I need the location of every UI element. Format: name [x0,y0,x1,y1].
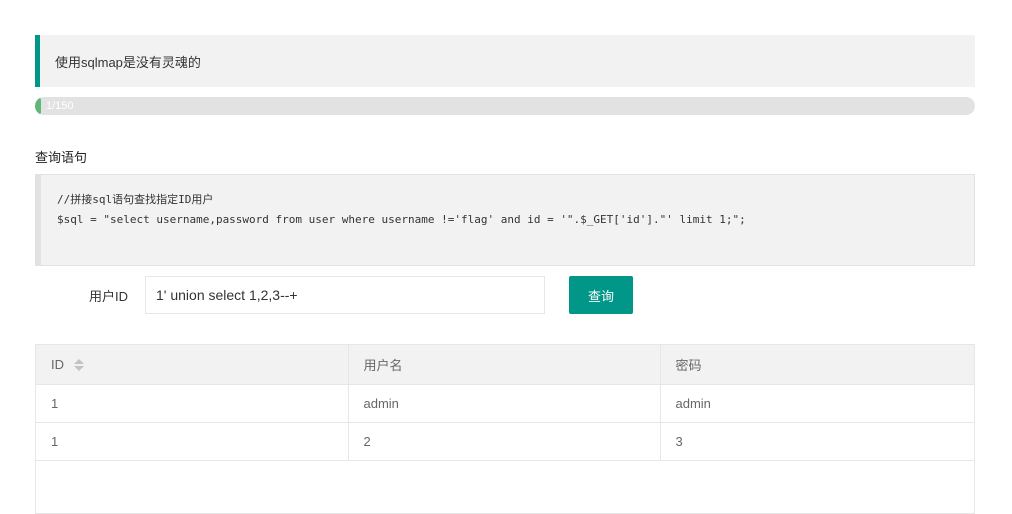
table-cell: admin [348,384,661,423]
column-header-password: 密码 [660,345,974,385]
notice-banner: 使用sqlmap是没有灵魂的 [35,35,975,87]
code-line: $sql = "select username,password from us… [57,213,746,226]
table-row: 1 2 3 [36,422,974,461]
column-header-username: 用户名 [348,345,661,385]
sort-icon[interactable] [73,359,84,372]
results-table: ID 用户名 密码 1 admin admin 1 2 3 [35,344,975,514]
column-header-id[interactable]: ID [36,345,349,385]
user-id-label: 用户ID [89,289,129,304]
table-cell: 2 [348,422,661,461]
table-row: 1 admin admin [36,384,974,423]
notice-text: 使用sqlmap是没有灵魂的 [55,54,201,70]
progress-fill [35,97,42,115]
progress-text: 1/150 [46,100,74,112]
table-cell: 3 [660,422,974,461]
user-id-input[interactable] [145,276,545,314]
progress-bar: 1/150 [35,97,975,115]
column-header-label: ID [51,356,64,372]
code-line: //拼接sql语句查找指定ID用户 [57,193,214,206]
table-cell: 1 [36,422,349,461]
table-header-row: ID 用户名 密码 [36,345,974,385]
table-cell: admin [660,384,974,423]
code-block: //拼接sql语句查找指定ID用户 $sql = "select usernam… [35,174,975,266]
table-cell: 1 [36,384,349,423]
section-title: 查询语句 [35,150,88,165]
query-button[interactable]: 查询 [569,276,633,314]
